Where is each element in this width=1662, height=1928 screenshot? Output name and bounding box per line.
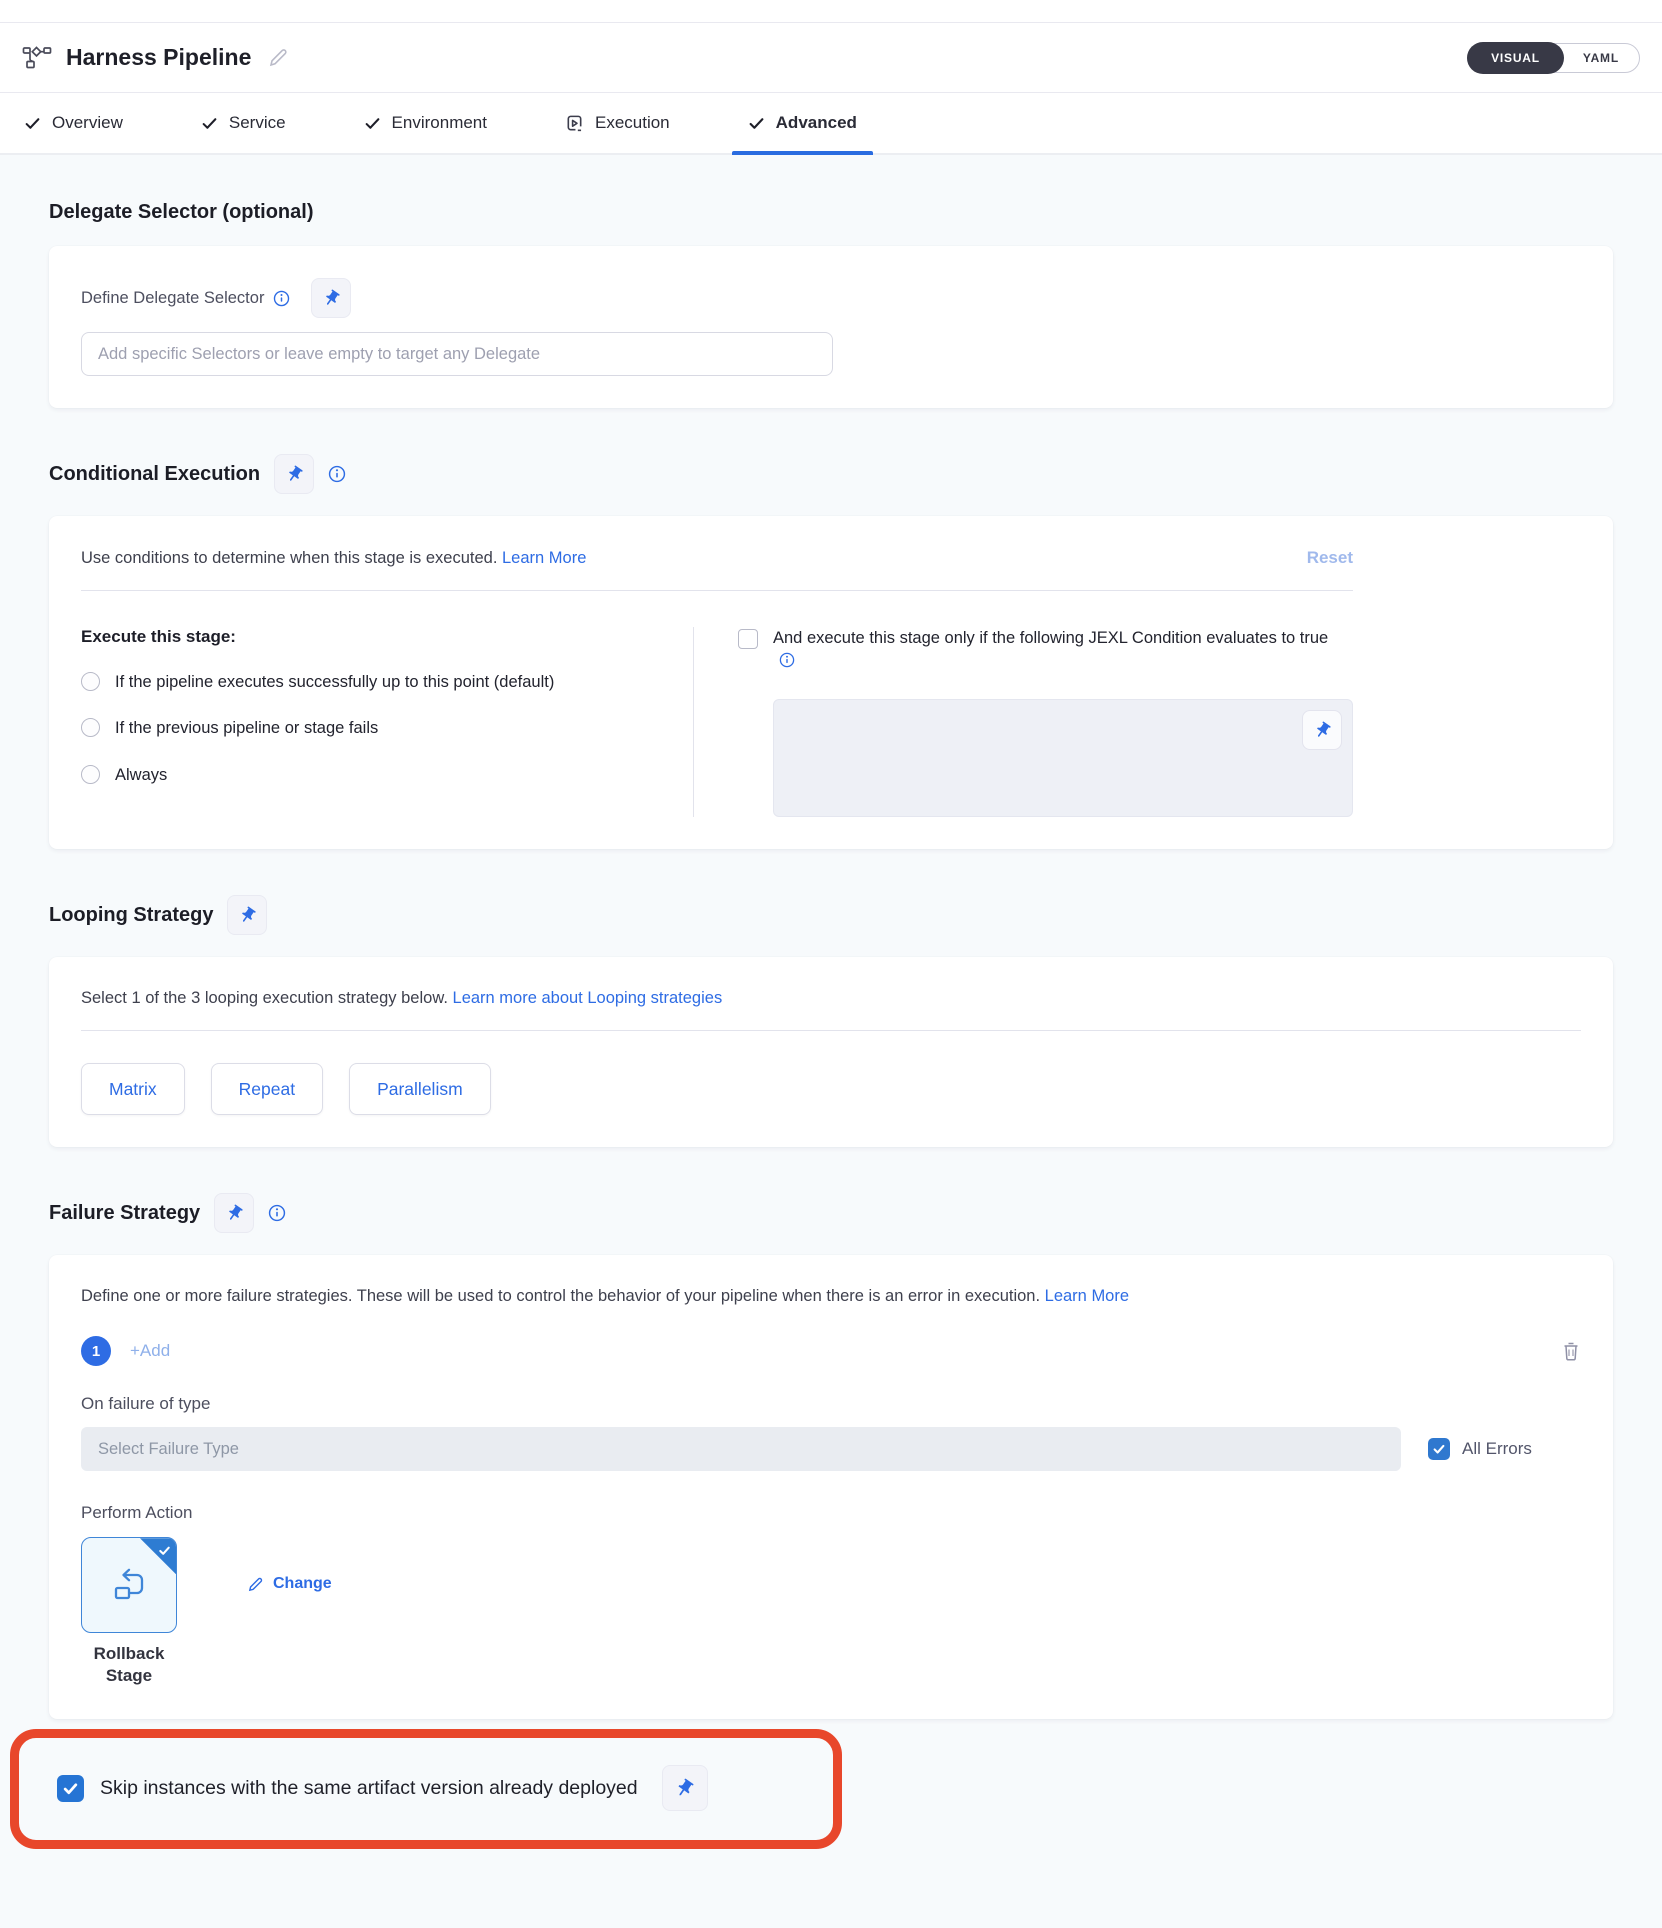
conditional-execution-card: Use conditions to determine when this st… [49,516,1613,849]
tab-execution-label: Execution [595,113,670,133]
window-strip [0,0,1662,23]
tab-overview[interactable]: Overview [14,93,133,153]
execution-play-icon [565,114,584,133]
delegate-selector-heading: Delegate Selector (optional) [49,201,314,224]
edit-title-pencil-icon[interactable] [267,47,289,69]
tab-advanced[interactable]: Advanced [738,93,867,153]
delegate-selector-input[interactable] [81,332,833,376]
change-label: Change [273,1575,332,1593]
strategy-number-badge[interactable]: 1 [81,1336,111,1366]
parallelism-button[interactable]: Parallelism [349,1063,491,1115]
highlight-annotation: Skip instances with the same artifact ve… [10,1729,842,1849]
pin-button[interactable] [274,454,314,494]
delegate-selector-card: Define Delegate Selector [49,246,1613,408]
looping-description: Select 1 of the 3 looping execution stra… [81,989,448,1008]
visual-yaml-toggle: VISUAL YAML [1467,43,1640,73]
conditional-learn-more-link[interactable]: Learn More [502,549,586,568]
rollback-icon [107,1565,151,1605]
looping-strategy-card: Select 1 of the 3 looping execution stra… [49,957,1613,1147]
rollback-stage-tile[interactable] [81,1537,177,1633]
pin-button[interactable] [214,1193,254,1233]
radio-always[interactable]: Always [81,764,663,786]
info-icon[interactable] [273,290,290,307]
tab-execution[interactable]: Execution [555,93,680,153]
delete-strategy-trash-icon[interactable] [1561,1340,1581,1362]
rollback-stage-label: Rollback Stage [69,1643,189,1687]
all-errors-option[interactable]: All Errors [1428,1438,1532,1460]
conditional-description: Use conditions to determine when this st… [81,549,497,568]
skip-instances-label: Skip instances with the same artifact ve… [100,1777,638,1800]
change-action-link[interactable]: Change [247,1575,332,1593]
tab-environment[interactable]: Environment [354,93,497,153]
page-title: Harness Pipeline [66,44,251,71]
check-icon [201,115,218,132]
define-delegate-selector-row: Define Delegate Selector [81,278,1581,318]
radio-icon[interactable] [81,672,100,691]
tab-advanced-label: Advanced [776,113,857,133]
pin-button[interactable] [311,278,351,318]
skip-instances-checkbox[interactable] [57,1775,84,1802]
all-errors-checkbox[interactable] [1428,1438,1450,1460]
failure-strategy-section-heading: Failure Strategy [49,1193,1613,1233]
tab-overview-label: Overview [52,113,123,133]
jexl-condition-label: And execute this stage only if the follo… [773,629,1328,647]
matrix-button[interactable]: Matrix [81,1063,185,1115]
looping-learn-more-link[interactable]: Learn more about Looping strategies [453,989,723,1008]
info-icon[interactable] [328,465,346,483]
radio-pipeline-success[interactable]: If the pipeline executes successfully up… [81,671,663,693]
on-failure-of-type-label: On failure of type [81,1394,1581,1414]
conditional-execution-heading: Conditional Execution [49,463,260,486]
radio-label: Always [115,764,167,786]
failure-learn-more-link[interactable]: Learn More [1045,1287,1129,1306]
conditional-execution-section-heading: Conditional Execution [49,454,1613,494]
reset-link[interactable]: Reset [1307,548,1353,568]
radio-icon[interactable] [81,718,100,737]
failure-strategy-card: Define one or more failure strategies. T… [49,1255,1613,1719]
jexl-condition-checkbox[interactable] [738,629,758,649]
pin-button[interactable] [662,1765,708,1811]
skip-instances-row: Skip instances with the same artifact ve… [57,1765,805,1811]
divider [81,590,1353,591]
repeat-button[interactable]: Repeat [211,1063,323,1115]
toggle-visual[interactable]: VISUAL [1467,42,1564,74]
stage-tabbar: Overview Service Environment Execution A… [0,93,1662,155]
failure-strategy-heading: Failure Strategy [49,1202,200,1225]
tab-service-label: Service [229,113,286,133]
divider [81,1030,1581,1031]
failure-description: Define one or more failure strategies. T… [81,1287,1040,1306]
tab-service[interactable]: Service [191,93,296,153]
toggle-yaml[interactable]: YAML [1563,43,1639,73]
pin-button[interactable] [1302,710,1342,750]
radio-icon[interactable] [81,765,100,784]
failure-type-select[interactable] [81,1427,1401,1471]
info-icon[interactable] [268,1204,286,1222]
jexl-condition-editor[interactable] [773,699,1353,817]
all-errors-label: All Errors [1462,1439,1532,1459]
radio-previous-fails[interactable]: If the previous pipeline or stage fails [81,717,663,739]
info-icon[interactable] [779,652,795,668]
pipeline-icon [22,46,52,70]
define-delegate-selector-label: Define Delegate Selector [81,289,264,308]
check-icon [748,115,765,132]
perform-action-label: Perform Action [81,1503,1581,1523]
execute-this-stage-label: Execute this stage: [81,627,663,647]
looping-strategy-section-heading: Looping Strategy [49,895,1613,935]
radio-label: If the previous pipeline or stage fails [115,717,378,739]
radio-label: If the pipeline executes successfully up… [115,671,554,693]
check-icon [24,115,41,132]
pin-button[interactable] [227,895,267,935]
add-strategy-link[interactable]: +Add [130,1341,170,1361]
app-header: Harness Pipeline VISUAL YAML [0,23,1662,93]
tab-environment-label: Environment [392,113,487,133]
delegate-selector-section-heading: Delegate Selector (optional) [49,201,1613,224]
looping-strategy-heading: Looping Strategy [49,904,213,927]
check-icon [364,115,381,132]
